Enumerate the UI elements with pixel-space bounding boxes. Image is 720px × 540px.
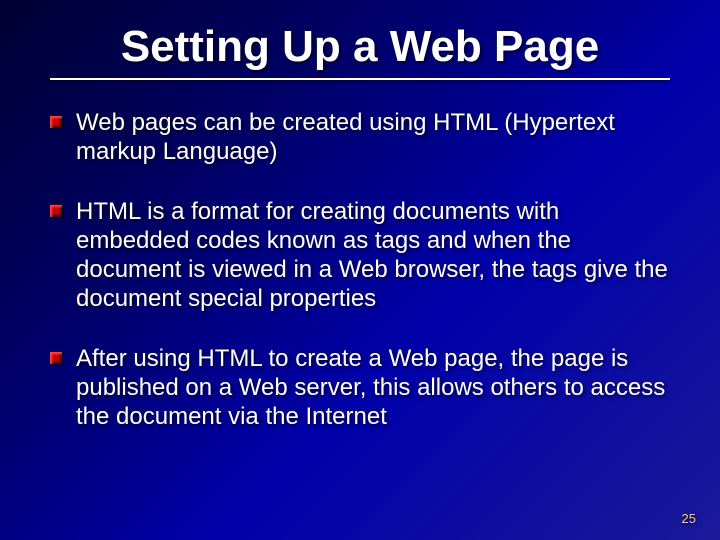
- bullet-icon: [50, 116, 62, 128]
- bullet-icon: [50, 205, 62, 217]
- bullet-icon: [50, 352, 62, 364]
- page-number: 25: [682, 511, 696, 526]
- bullet-item: HTML is a format for creating documents …: [50, 197, 670, 314]
- bullet-text: After using HTML to create a Web page, t…: [76, 344, 670, 432]
- bullet-item: After using HTML to create a Web page, t…: [50, 344, 670, 432]
- bullet-item: Web pages can be created using HTML (Hyp…: [50, 108, 670, 167]
- bullet-text: Web pages can be created using HTML (Hyp…: [76, 108, 670, 167]
- slide-title: Setting Up a Web Page: [0, 0, 720, 98]
- bullet-text: HTML is a format for creating documents …: [76, 197, 670, 314]
- slide-content: Web pages can be created using HTML (Hyp…: [0, 98, 720, 431]
